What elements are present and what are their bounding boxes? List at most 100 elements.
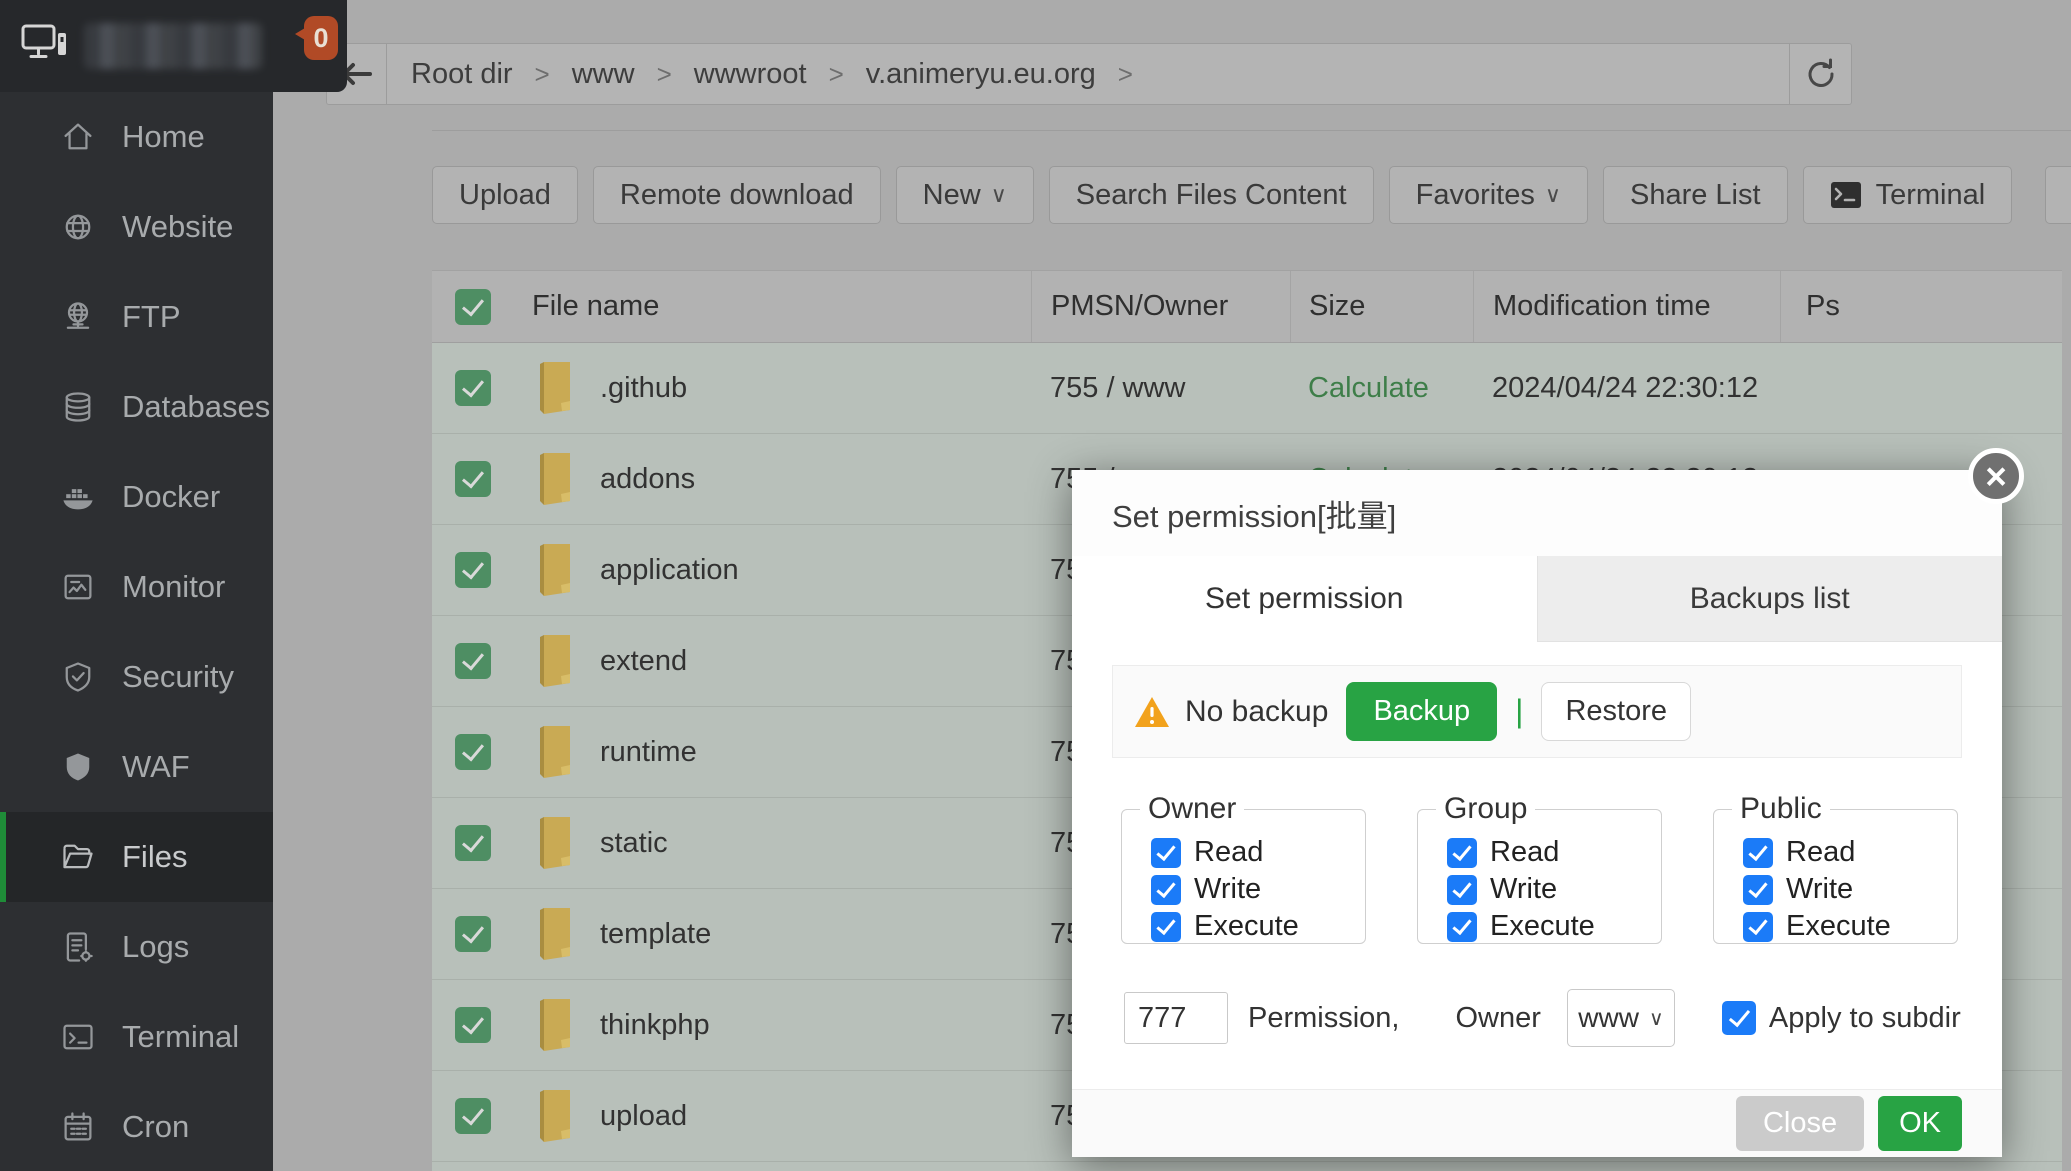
globe-icon	[60, 209, 96, 245]
owner-select[interactable]: www ∨	[1567, 989, 1675, 1047]
folder-icon	[532, 997, 582, 1053]
breadcrumb-bar: Root dir > www > wwwroot > v.animeryu.eu…	[326, 43, 1852, 105]
file-name-link[interactable]: .github	[600, 372, 687, 405]
calculate-size-link[interactable]: Calculate	[1308, 372, 1429, 405]
remote-download-button[interactable]: Remote download	[593, 166, 881, 224]
message-count-badge[interactable]: 0	[304, 16, 338, 60]
refresh-button[interactable]	[1789, 44, 1851, 104]
file-name-link[interactable]: application	[600, 554, 739, 587]
sidebar-item-files[interactable]: Files	[0, 812, 273, 902]
file-name-link[interactable]: template	[600, 918, 711, 951]
file-name-link[interactable]: static	[600, 827, 668, 860]
upload-button[interactable]: Upload	[432, 166, 578, 224]
permission-value-input[interactable]	[1124, 992, 1228, 1044]
checkbox-checked-icon	[1151, 912, 1181, 942]
row-checkbox[interactable]	[455, 825, 491, 861]
file-name-link[interactable]: runtime	[600, 736, 697, 769]
breadcrumb-www[interactable]: www	[572, 58, 635, 91]
ok-button[interactable]: OK	[1878, 1096, 1962, 1151]
no-backup-text: No backup	[1185, 695, 1328, 729]
row-checkbox[interactable]	[455, 370, 491, 406]
public-write-checkbox[interactable]: Write	[1730, 871, 1957, 908]
permission-label: Permission,	[1248, 1002, 1400, 1035]
dialog-close-icon[interactable]: ×	[1968, 448, 2024, 504]
sidebar-item-cron[interactable]: Cron	[0, 1082, 273, 1171]
sidebar-item-ftp[interactable]: FTP	[0, 272, 273, 362]
breadcrumb-root-dir[interactable]: Root dir	[411, 58, 513, 91]
sidebar-item-terminal[interactable]: Terminal	[0, 992, 273, 1082]
favorites-button[interactable]: Favorites∨	[1389, 166, 1588, 224]
sidebar-item-website[interactable]: Website	[0, 182, 273, 272]
owner-read-checkbox[interactable]: Read	[1138, 834, 1365, 871]
select-all-checkbox[interactable]	[455, 289, 491, 325]
section-divider	[432, 130, 2071, 131]
sidebar-item-logs[interactable]: Logs	[0, 902, 273, 992]
sidebar: Home Website FTP Databases Docker Monito…	[0, 0, 273, 1171]
column-header-pmsn-owner[interactable]: PMSN/Owner	[1051, 290, 1228, 323]
group-legend: Group	[1436, 792, 1535, 826]
sidebar-item-monitor[interactable]: Monitor	[0, 542, 273, 632]
column-header-modification-time[interactable]: Modification time	[1493, 290, 1711, 323]
row-checkbox[interactable]	[455, 916, 491, 952]
row-checkbox[interactable]	[455, 1007, 491, 1043]
file-name-link[interactable]: extend	[600, 645, 687, 678]
breadcrumb-wwwroot[interactable]: wwwroot	[694, 58, 807, 91]
file-toolbar: Upload Remote download New∨ Search Files…	[432, 166, 2071, 224]
tab-set-permission[interactable]: Set permission	[1072, 556, 1537, 642]
monitor-chart-icon	[60, 569, 96, 605]
backup-button[interactable]: Backup	[1346, 682, 1497, 741]
home-icon	[60, 119, 96, 155]
owner-execute-checkbox[interactable]: Execute	[1138, 908, 1365, 945]
log-gear-icon	[60, 929, 96, 965]
row-checkbox[interactable]	[455, 1098, 491, 1134]
column-header-ps[interactable]: Ps	[1806, 290, 1840, 323]
public-read-checkbox[interactable]: Read	[1730, 834, 1957, 871]
row-checkbox[interactable]	[455, 461, 491, 497]
folder-icon	[532, 906, 582, 962]
share-list-button[interactable]: Share List	[1603, 166, 1788, 224]
sidebar-item-databases[interactable]: Databases	[0, 362, 273, 452]
file-name-link[interactable]: upload	[600, 1100, 687, 1133]
close-button[interactable]: Close	[1736, 1096, 1864, 1151]
sidebar-item-security[interactable]: Security	[0, 632, 273, 722]
terminal-icon	[60, 1019, 96, 1055]
tab-backups-list[interactable]: Backups list	[1537, 556, 2003, 642]
row-checkbox[interactable]	[455, 643, 491, 679]
group-write-checkbox[interactable]: Write	[1434, 871, 1661, 908]
sidebar-item-docker[interactable]: Docker	[0, 452, 273, 542]
table-row-partial	[432, 1162, 2062, 1171]
column-header-size[interactable]: Size	[1309, 290, 1365, 323]
permission-groups: Owner Read Write Execute Group Read Writ…	[1121, 792, 1958, 944]
table-header-row: File name PMSN/Owner Size Modification t…	[432, 271, 2062, 343]
restore-button[interactable]: Restore	[1541, 682, 1691, 741]
column-header-file-name[interactable]: File name	[532, 290, 659, 323]
checkbox-checked-icon	[1743, 838, 1773, 868]
group-legend: Owner	[1140, 792, 1244, 826]
row-checkbox[interactable]	[455, 734, 491, 770]
group-read-checkbox[interactable]: Read	[1434, 834, 1661, 871]
row-checkbox[interactable]	[455, 552, 491, 588]
folder-icon	[532, 724, 582, 780]
group-execute-checkbox[interactable]: Execute	[1434, 908, 1661, 945]
ps-cell	[1780, 343, 2062, 433]
chevron-down-icon: ∨	[1649, 1006, 1664, 1031]
search-files-content-button[interactable]: Search Files Content	[1049, 166, 1374, 224]
sidebar-item-label: FTP	[122, 299, 181, 335]
apply-to-subdir-checkbox[interactable]	[1722, 1001, 1756, 1035]
terminal-button[interactable]: Terminal	[1803, 166, 2013, 224]
root-dir-disk-button[interactable]: Root dir (176G)	[2045, 166, 2071, 224]
sidebar-item-home[interactable]: Home	[0, 92, 273, 182]
shield-check-icon	[60, 659, 96, 695]
folder-icon	[532, 360, 582, 416]
public-execute-checkbox[interactable]: Execute	[1730, 908, 1957, 945]
owner-write-checkbox[interactable]: Write	[1138, 871, 1365, 908]
sidebar-item-waf[interactable]: WAF	[0, 722, 273, 812]
file-name-link[interactable]: addons	[600, 463, 695, 496]
sidebar-item-label: Security	[122, 659, 234, 695]
new-button[interactable]: New∨	[896, 166, 1034, 224]
sidebar-item-label: Website	[122, 209, 233, 245]
modification-time-value: 2024/04/24 22:30:12	[1492, 372, 1758, 405]
dialog-footer: Close OK	[1072, 1089, 2002, 1157]
breadcrumb-site-dir[interactable]: v.animeryu.eu.org	[866, 58, 1096, 91]
file-name-link[interactable]: thinkphp	[600, 1009, 710, 1042]
